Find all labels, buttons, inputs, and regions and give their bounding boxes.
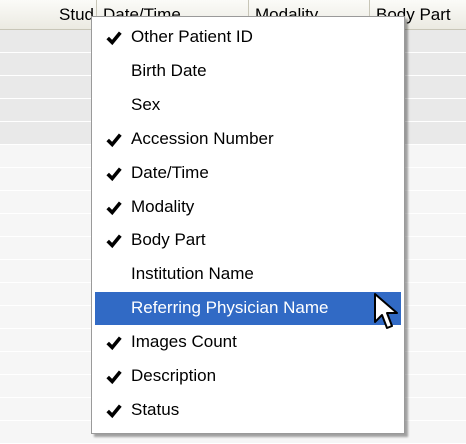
menu-item-label: Description [131, 366, 217, 385]
menu-item[interactable]: Status [95, 394, 401, 427]
menu-item-label: Body Part [131, 230, 206, 250]
menu-item-label: Images Count [131, 332, 237, 352]
menu-item-label: Referring Physician Name [131, 298, 329, 318]
menu-item[interactable]: Accession Number [95, 123, 401, 156]
menu-item[interactable]: Date/Time [95, 157, 401, 190]
column-header-study[interactable]: Stud [0, 0, 96, 29]
menu-item-label: Sex [131, 94, 161, 114]
check-icon [106, 133, 122, 147]
check-icon [106, 370, 122, 385]
menu-item[interactable]: Institution Name [95, 258, 401, 291]
menu-item[interactable]: Referring Physician Name [95, 292, 401, 326]
check-icon [106, 167, 122, 181]
menu-item[interactable]: Other Patient ID [95, 21, 401, 54]
check-icon [106, 336, 122, 351]
menu-item-label: Birth Date [131, 60, 207, 80]
check-icon [106, 31, 122, 46]
check-icon [106, 404, 122, 419]
menu-item[interactable]: Body Part [95, 224, 401, 257]
menu-item-label: Institution Name [131, 264, 254, 284]
menu-item[interactable]: Birth Date [95, 55, 401, 88]
menu-item-label: Modality [131, 196, 195, 216]
menu-item[interactable]: Images Count [95, 326, 401, 359]
column-chooser-menu: Other Patient ID Birth Date Sex Accession N… [91, 16, 405, 434]
check-icon [106, 200, 122, 215]
mouse-pointer-icon [374, 293, 398, 329]
menu-item[interactable]: Modality [95, 191, 401, 224]
menu-item-label: Date/Time [131, 162, 209, 182]
menu-item-label: Other Patient ID [131, 27, 253, 46]
menu-item-label: Accession Number [131, 128, 274, 148]
menu-item[interactable]: Description [95, 360, 401, 393]
menu-item[interactable]: Sex [95, 89, 401, 122]
check-icon [106, 234, 122, 249]
menu-item-label: Status [131, 399, 180, 419]
